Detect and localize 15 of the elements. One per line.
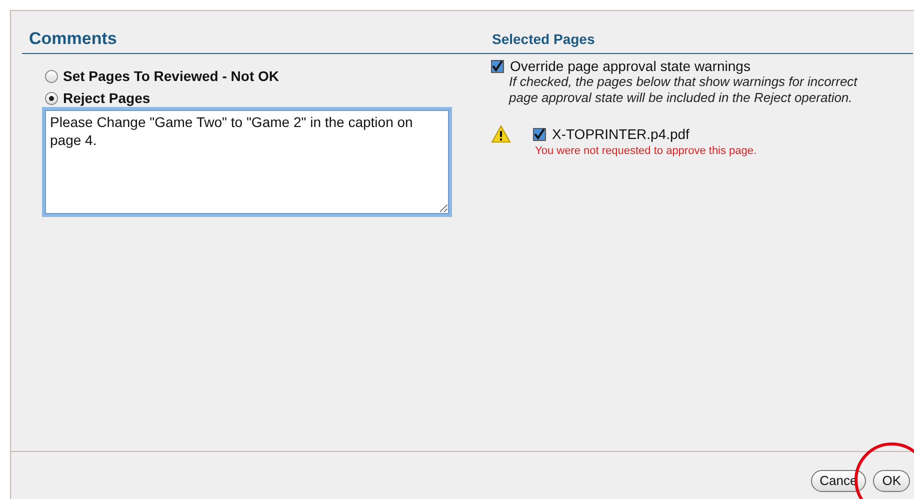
- file-name: X-TOPRINTER.p4.pdf: [552, 126, 690, 142]
- ok-button[interactable]: OK: [873, 470, 910, 492]
- radio-button[interactable]: [45, 70, 58, 82]
- hint-text: If checked, the pages below that show warnings for incorrect page approval state will be included in the Reject operation.: [508, 74, 859, 106]
- checkbox-label: Override page approval state warnings: [510, 58, 750, 74]
- section-title: Comments: [29, 29, 117, 50]
- radio-label: Set Pages To Reviewed - Not OK: [63, 68, 280, 84]
- section-title: Selected Pages: [492, 31, 595, 49]
- warning-message: You were not requested to approve this page.: [534, 145, 758, 157]
- comment-field[interactable]: Please Change "Game Two" to "Game 2" in the caption on page 4.: [45, 110, 449, 214]
- checkbox[interactable]: [533, 128, 546, 140]
- checkbox[interactable]: [491, 60, 504, 72]
- radio-button[interactable]: [45, 92, 58, 104]
- warning-icon: [491, 125, 511, 143]
- radio-label: Reject Pages: [63, 90, 150, 106]
